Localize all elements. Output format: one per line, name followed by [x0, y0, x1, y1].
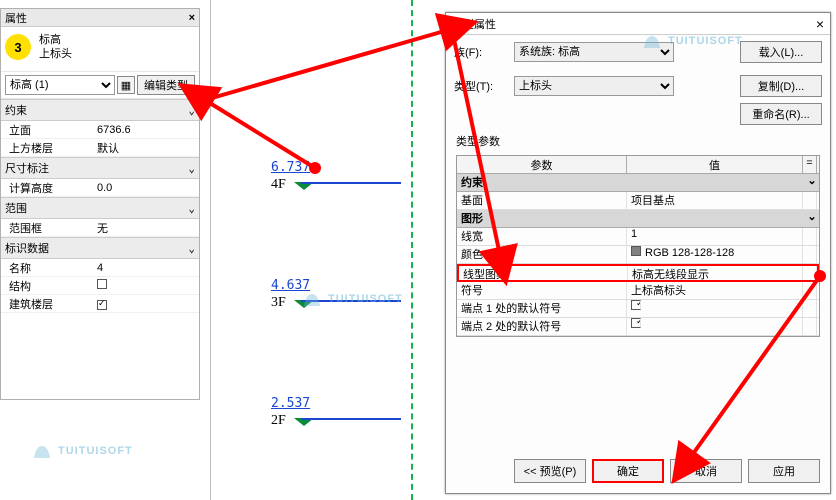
instance-selector-row: 标高 (1) ▦ 编辑类型 — [1, 72, 199, 99]
grid-section-graphics[interactable]: 图形⌄ — [457, 210, 819, 228]
type-params-label: 类型参数 — [446, 129, 830, 153]
checkbox-icon[interactable] — [97, 279, 107, 289]
type-line1: 标高 — [39, 33, 72, 47]
level-2f[interactable]: 2.5372F — [271, 396, 310, 429]
checkbox-icon[interactable] — [97, 300, 107, 310]
grid-row-symbol[interactable]: 符号上标高标头 — [457, 282, 819, 300]
row-floor-above[interactable]: 上方楼层默认 — [1, 139, 199, 157]
type-selector-card[interactable]: 3 标高 上标头 — [1, 27, 199, 72]
row-structural[interactable]: 结构 — [1, 277, 199, 295]
dialog-title: 类型属性 — [452, 16, 496, 32]
properties-title: 属性 — [5, 10, 27, 26]
grid-row-end2[interactable]: 端点 2 处的默认符号 — [457, 318, 819, 336]
properties-header: 属性 × — [1, 9, 199, 27]
close-icon[interactable]: × — [816, 16, 824, 32]
step-badge: 3 — [5, 34, 31, 60]
row-name[interactable]: 名称4 — [1, 259, 199, 277]
row-building-floor[interactable]: 建筑楼层 — [1, 295, 199, 313]
properties-panel: 属性 × 3 标高 上标头 标高 (1) ▦ 编辑类型 约束⌄ 立面6736.6… — [0, 8, 200, 400]
family-row: 族(F): 系统族: 标高 载入(L)... — [446, 35, 830, 69]
grid-header: 参数值= — [457, 156, 819, 174]
row-elevation[interactable]: 立面6736.6 — [1, 121, 199, 139]
grid-row-base[interactable]: 基面项目基点 — [457, 192, 819, 210]
properties-close-icon[interactable]: × — [189, 12, 195, 24]
level-4f[interactable]: 6.7374F — [271, 160, 310, 193]
chevron-down-icon: ⌄ — [188, 162, 195, 175]
grid-row-linepattern[interactable]: 线型图案标高无线段显示 — [457, 264, 819, 282]
grid-row-end1[interactable]: 端点 1 处的默认符号 — [457, 300, 819, 318]
family-label: 族(F): — [454, 44, 514, 60]
level-head-icon — [294, 182, 314, 190]
type-label: 类型(T): — [454, 78, 514, 94]
chevron-down-icon: ⌄ — [805, 174, 819, 191]
grid-row-color[interactable]: 颜色RGB 128-128-128 — [457, 246, 819, 264]
apply-button[interactable]: 应用 — [748, 459, 820, 483]
section-dimensions[interactable]: 尺寸标注⌄ — [1, 157, 199, 179]
chevron-down-icon: ⌄ — [188, 242, 195, 255]
type-properties-dialog: 类型属性 × 族(F): 系统族: 标高 载入(L)... 类型(T): 上标头… — [445, 12, 831, 494]
type-line2: 上标头 — [39, 47, 72, 61]
duplicate-button[interactable]: 复制(D)... — [740, 75, 822, 97]
chevron-down-icon: ⌄ — [805, 210, 819, 227]
type-summary: 标高 上标头 — [39, 33, 72, 61]
section-range[interactable]: 范围⌄ — [1, 197, 199, 219]
filter-icon[interactable]: ▦ — [117, 76, 135, 94]
load-button[interactable]: 载入(L)... — [740, 41, 822, 63]
edit-type-button[interactable]: 编辑类型 — [137, 75, 195, 95]
ok-button[interactable]: 确定 — [592, 459, 664, 483]
chevron-down-icon: ⌄ — [188, 202, 195, 215]
rename-button[interactable]: 重命名(R)... — [740, 103, 822, 125]
type-row: 类型(T): 上标头 复制(D)... — [446, 69, 830, 103]
grid-section-constraints[interactable]: 约束⌄ — [457, 174, 819, 192]
level-head-icon — [294, 418, 314, 426]
cancel-button[interactable]: 取消 — [670, 459, 742, 483]
instance-select[interactable]: 标高 (1) — [5, 75, 115, 95]
grid-row-lineweight[interactable]: 线宽1 — [457, 228, 819, 246]
dialog-titlebar: 类型属性 × — [446, 13, 830, 35]
watermark: TUITUISOFT — [300, 288, 403, 310]
watermark: TUITUISOFT — [30, 440, 133, 462]
preview-button[interactable]: << 预览(P) — [514, 459, 586, 483]
color-swatch-icon — [631, 246, 641, 256]
checkbox-icon[interactable] — [631, 300, 641, 310]
chevron-down-icon: ⌄ — [188, 104, 195, 117]
row-scope-box[interactable]: 范围框无 — [1, 219, 199, 237]
type-select[interactable]: 上标头 — [514, 76, 674, 96]
section-line — [411, 0, 413, 500]
section-identity[interactable]: 标识数据⌄ — [1, 237, 199, 259]
dialog-buttons: << 预览(P) 确定 取消 应用 — [446, 459, 830, 483]
section-constraints[interactable]: 约束⌄ — [1, 99, 199, 121]
row-calc-height[interactable]: 计算高度0.0 — [1, 179, 199, 197]
watermark: TUITUISOFT — [640, 30, 743, 52]
canvas-area[interactable]: 6.7374F 4.6373F 2.5372F — [210, 0, 440, 500]
param-grid: 参数值= 约束⌄ 基面项目基点 图形⌄ 线宽1 颜色RGB 128-128-12… — [456, 155, 820, 337]
checkbox-icon[interactable] — [631, 318, 641, 328]
